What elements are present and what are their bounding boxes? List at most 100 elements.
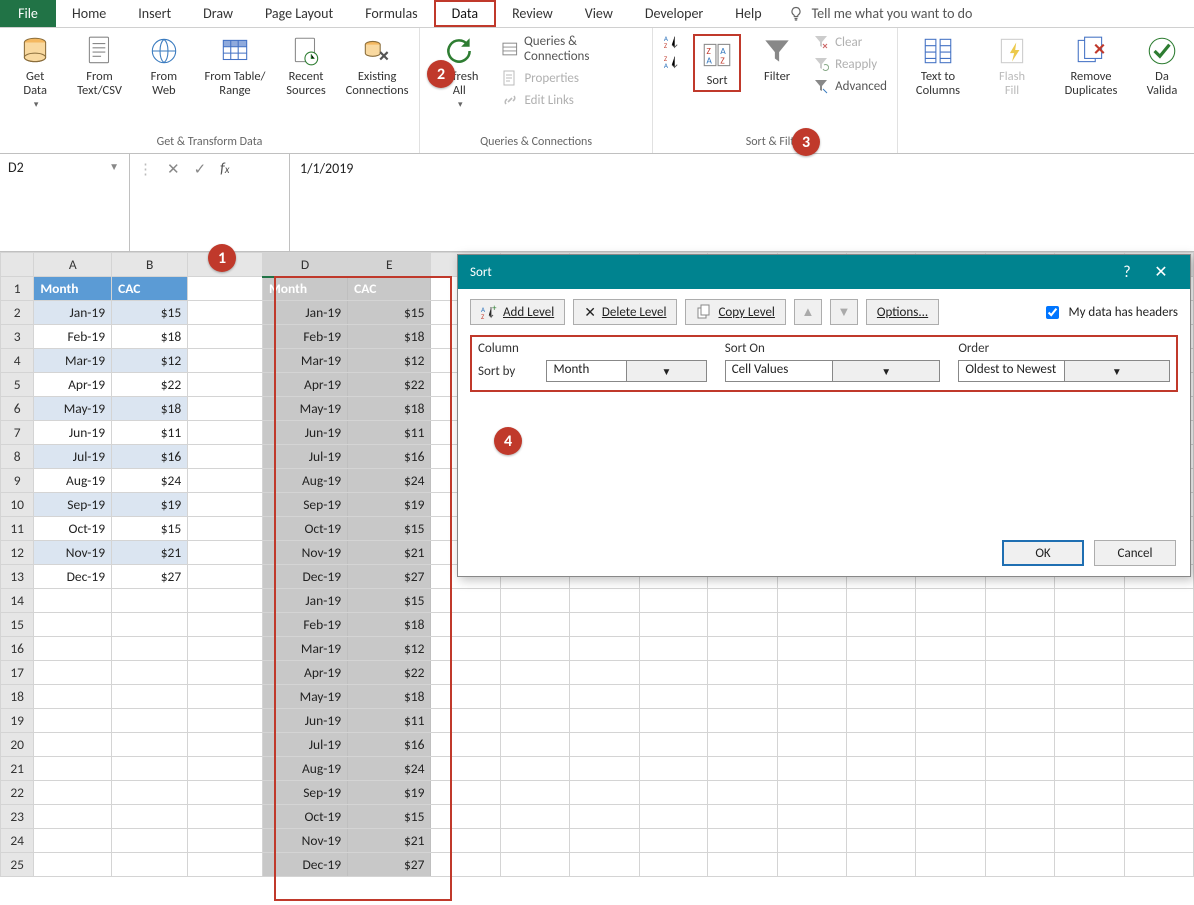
cell[interactable]: [570, 613, 639, 637]
cell[interactable]: Oct-19: [263, 517, 348, 541]
cell[interactable]: Month: [34, 277, 112, 301]
cell[interactable]: [708, 637, 777, 661]
sort-button[interactable]: ZAAZ Sort: [693, 34, 741, 92]
cell[interactable]: [112, 685, 188, 709]
cell[interactable]: [777, 589, 846, 613]
cell[interactable]: [639, 613, 708, 637]
cell[interactable]: [188, 373, 263, 397]
enter-icon[interactable]: ✓: [194, 160, 207, 179]
cell[interactable]: $15: [348, 301, 431, 325]
cell[interactable]: $27: [112, 565, 188, 589]
cell[interactable]: May-19: [263, 685, 348, 709]
cell[interactable]: [34, 709, 112, 733]
dialog-titlebar[interactable]: Sort ? ✕: [458, 255, 1190, 289]
cell[interactable]: [1055, 685, 1124, 709]
cell[interactable]: [500, 589, 569, 613]
cell[interactable]: [915, 829, 985, 853]
cell[interactable]: [570, 589, 639, 613]
cell[interactable]: [112, 661, 188, 685]
cell[interactable]: [431, 709, 500, 733]
cell[interactable]: Nov-19: [263, 829, 348, 853]
cell[interactable]: Feb-19: [263, 325, 348, 349]
row-header[interactable]: 19: [1, 709, 34, 733]
cell[interactable]: [846, 805, 915, 829]
cell[interactable]: Mar-19: [34, 349, 112, 373]
cell[interactable]: [639, 829, 708, 853]
cell[interactable]: Dec-19: [34, 565, 112, 589]
cell[interactable]: $11: [348, 421, 431, 445]
cell[interactable]: [846, 829, 915, 853]
flash-fill-button[interactable]: Flash Fill: [982, 34, 1042, 98]
filter-button[interactable]: Filter: [755, 34, 799, 84]
cell[interactable]: Nov-19: [263, 541, 348, 565]
cell[interactable]: [777, 757, 846, 781]
tab-page-layout[interactable]: Page Layout: [249, 0, 349, 27]
cell[interactable]: [1124, 661, 1193, 685]
cell[interactable]: [188, 445, 263, 469]
remove-duplicates-button[interactable]: Remove Duplicates: [1056, 34, 1126, 98]
cell[interactable]: $12: [348, 637, 431, 661]
cell[interactable]: [34, 829, 112, 853]
cell[interactable]: $11: [112, 421, 188, 445]
cell[interactable]: [431, 853, 500, 877]
cell[interactable]: Jul-19: [34, 445, 112, 469]
cell[interactable]: [34, 589, 112, 613]
row-header[interactable]: 9: [1, 469, 34, 493]
cell[interactable]: $16: [112, 445, 188, 469]
row-header[interactable]: 3: [1, 325, 34, 349]
cell[interactable]: [985, 829, 1054, 853]
cell[interactable]: May-19: [34, 397, 112, 421]
cell[interactable]: [1124, 589, 1193, 613]
col-header-B[interactable]: B: [112, 253, 188, 277]
cell[interactable]: [500, 661, 569, 685]
cell[interactable]: Jul-19: [263, 733, 348, 757]
cell[interactable]: [985, 661, 1054, 685]
cell[interactable]: [639, 853, 708, 877]
cell[interactable]: [777, 829, 846, 853]
cell[interactable]: [188, 517, 263, 541]
cell[interactable]: Jan-19: [263, 301, 348, 325]
cell[interactable]: [777, 661, 846, 685]
cell[interactable]: [639, 757, 708, 781]
cell[interactable]: [500, 637, 569, 661]
cell[interactable]: [188, 565, 263, 589]
text-to-columns-button[interactable]: Text to Columns: [908, 34, 968, 98]
cell[interactable]: [34, 637, 112, 661]
cell[interactable]: $19: [112, 493, 188, 517]
cell[interactable]: $12: [112, 349, 188, 373]
cell[interactable]: [570, 637, 639, 661]
cell[interactable]: Oct-19: [263, 805, 348, 829]
cell[interactable]: [570, 733, 639, 757]
sort-column-combo[interactable]: Month▼: [546, 360, 706, 382]
cell[interactable]: $15: [112, 517, 188, 541]
cell[interactable]: [431, 805, 500, 829]
cell[interactable]: [777, 637, 846, 661]
cell[interactable]: [985, 757, 1054, 781]
cell[interactable]: [915, 589, 985, 613]
cell[interactable]: [985, 781, 1054, 805]
cell[interactable]: [777, 685, 846, 709]
cell[interactable]: [188, 685, 263, 709]
cell[interactable]: [188, 733, 263, 757]
cell[interactable]: [34, 613, 112, 637]
cell[interactable]: May-19: [263, 397, 348, 421]
cell[interactable]: [708, 733, 777, 757]
cell[interactable]: [500, 613, 569, 637]
cell[interactable]: [500, 805, 569, 829]
cell[interactable]: [188, 277, 263, 301]
cell[interactable]: [708, 661, 777, 685]
cell[interactable]: [915, 637, 985, 661]
my-data-has-headers-checkbox[interactable]: My data has headers: [1042, 303, 1178, 322]
row-header[interactable]: 2: [1, 301, 34, 325]
cell[interactable]: Mar-19: [263, 637, 348, 661]
cell[interactable]: Jun-19: [263, 709, 348, 733]
col-header-D[interactable]: D: [263, 253, 348, 277]
row-header[interactable]: 11: [1, 517, 34, 541]
cell[interactable]: $16: [348, 733, 431, 757]
cell[interactable]: [431, 757, 500, 781]
cell[interactable]: [34, 805, 112, 829]
cell[interactable]: [1055, 613, 1124, 637]
cell[interactable]: Apr-19: [34, 373, 112, 397]
ok-button[interactable]: OK: [1002, 540, 1084, 566]
cell[interactable]: [915, 613, 985, 637]
